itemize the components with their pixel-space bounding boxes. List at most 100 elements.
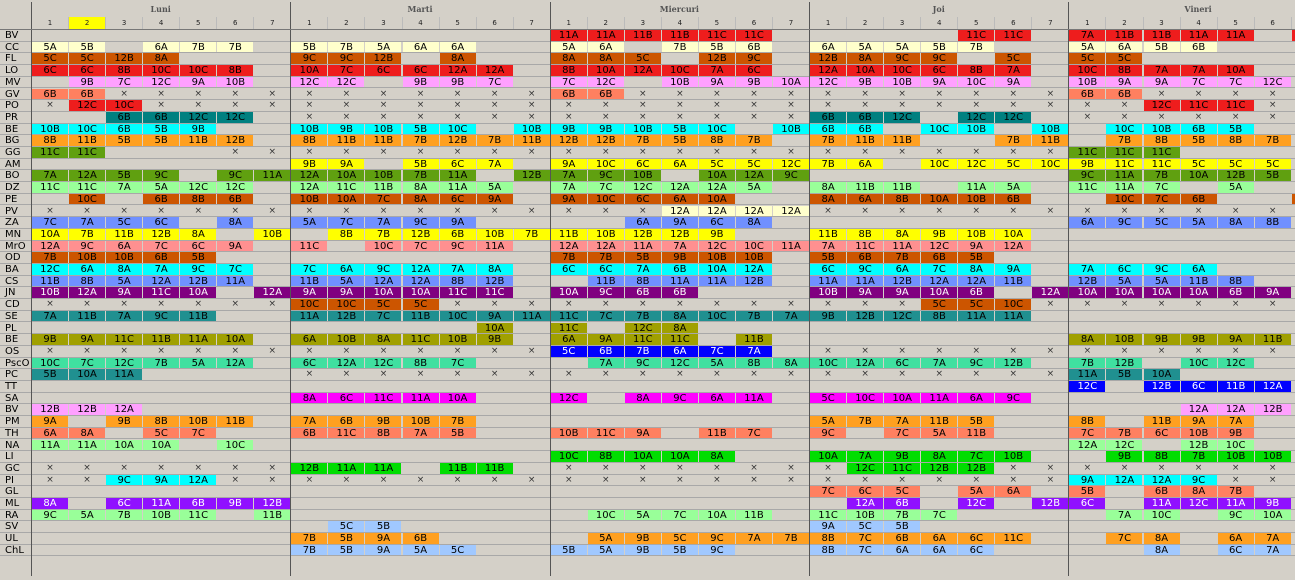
- lesson-cell[interactable]: 9C: [921, 53, 958, 65]
- lesson-cell[interactable]: 5B: [69, 41, 106, 53]
- unavailable-mark[interactable]: ×: [1032, 346, 1068, 357]
- lesson-cell[interactable]: 9C: [69, 240, 106, 252]
- lesson-cell[interactable]: 10A: [698, 170, 735, 182]
- lesson-cell[interactable]: 10B: [143, 509, 180, 521]
- unavailable-mark[interactable]: ×: [440, 112, 476, 123]
- unavailable-mark[interactable]: ×: [365, 147, 401, 158]
- lesson-cell[interactable]: 5A: [1217, 182, 1254, 193]
- teacher-label[interactable]: SV: [0, 521, 30, 533]
- lesson-cell[interactable]: 9A: [32, 416, 69, 427]
- unavailable-mark[interactable]: ×: [810, 369, 846, 380]
- unavailable-mark[interactable]: ×: [699, 89, 735, 100]
- unavailable-mark[interactable]: ×: [736, 112, 772, 123]
- lesson-cell[interactable]: 11C: [180, 509, 217, 521]
- period-header[interactable]: 2: [68, 17, 106, 29]
- unavailable-mark[interactable]: ×: [810, 206, 846, 217]
- lesson-cell[interactable]: 10C: [1143, 509, 1180, 521]
- lesson-cell[interactable]: 9C: [847, 264, 884, 275]
- period-header[interactable]: 2: [586, 17, 624, 29]
- lesson-cell[interactable]: 5B: [143, 123, 180, 135]
- lesson-cell[interactable]: 10C: [439, 123, 476, 135]
- lesson-cell[interactable]: 12C: [958, 498, 995, 509]
- unavailable-mark[interactable]: ×: [588, 112, 624, 123]
- period-header[interactable]: 4: [660, 17, 698, 29]
- lesson-cell[interactable]: 7B: [476, 135, 513, 146]
- teacher-label[interactable]: BG: [0, 135, 30, 147]
- lesson-cell[interactable]: 7A: [698, 65, 735, 76]
- unavailable-mark[interactable]: ×: [291, 112, 327, 123]
- unavailable-mark[interactable]: ×: [440, 299, 476, 310]
- unavailable-mark[interactable]: ×: [217, 475, 253, 486]
- lesson-cell[interactable]: 9B: [810, 310, 847, 322]
- lesson-cell[interactable]: 8B: [958, 65, 995, 76]
- unavailable-mark[interactable]: ×: [884, 89, 920, 100]
- unavailable-mark[interactable]: ×: [588, 100, 624, 111]
- lesson-cell[interactable]: 9C: [143, 310, 180, 322]
- lesson-cell[interactable]: 11C: [402, 334, 439, 345]
- lesson-cell[interactable]: 7A: [921, 357, 958, 369]
- teacher-label[interactable]: LI: [0, 451, 30, 463]
- unavailable-mark[interactable]: ×: [884, 147, 920, 158]
- unavailable-mark[interactable]: ×: [477, 100, 513, 111]
- lesson-cell[interactable]: 6C: [958, 533, 995, 544]
- lesson-cell[interactable]: 12C: [1254, 76, 1291, 88]
- lesson-cell[interactable]: 8A: [921, 451, 958, 462]
- unavailable-mark[interactable]: ×: [32, 206, 68, 217]
- unavailable-mark[interactable]: ×: [773, 475, 809, 486]
- lesson-cell[interactable]: 11C: [1180, 100, 1217, 111]
- lesson-cell[interactable]: 6A: [1069, 217, 1106, 228]
- unavailable-mark[interactable]: ×: [625, 112, 661, 123]
- period-header[interactable]: 1: [31, 17, 68, 29]
- lesson-cell[interactable]: 8A: [624, 392, 661, 404]
- teacher-label[interactable]: PL: [0, 323, 30, 335]
- lesson-cell[interactable]: 6C: [1217, 544, 1254, 556]
- unavailable-mark[interactable]: ×: [810, 89, 846, 100]
- lesson-cell[interactable]: 12B: [180, 275, 217, 287]
- lesson-cell[interactable]: 8A: [143, 53, 180, 65]
- lesson-cell[interactable]: 11A: [810, 275, 847, 287]
- lesson-cell[interactable]: 5B: [810, 252, 847, 263]
- lesson-cell[interactable]: 12B: [143, 228, 180, 240]
- lesson-cell[interactable]: 7A: [624, 264, 661, 275]
- lesson-cell[interactable]: 5B: [958, 416, 995, 427]
- lesson-cell[interactable]: 11C: [698, 30, 735, 41]
- lesson-cell[interactable]: 10B: [773, 123, 810, 135]
- lesson-cell[interactable]: 5C: [1217, 158, 1254, 170]
- lesson-cell[interactable]: 11B: [958, 427, 995, 439]
- lesson-cell[interactable]: 6C: [1180, 381, 1217, 392]
- lesson-cell[interactable]: 10C: [810, 357, 847, 369]
- lesson-cell[interactable]: 9A: [106, 287, 143, 299]
- lesson-cell[interactable]: 11B: [587, 275, 624, 287]
- lesson-cell[interactable]: 7B: [884, 509, 921, 521]
- unavailable-mark[interactable]: ×: [1218, 475, 1254, 486]
- lesson-cell[interactable]: 6A: [587, 41, 624, 53]
- lesson-cell[interactable]: 7A: [735, 533, 772, 544]
- unavailable-mark[interactable]: ×: [736, 299, 772, 310]
- lesson-cell[interactable]: 7A: [476, 158, 513, 170]
- lesson-cell[interactable]: 6B: [69, 88, 106, 100]
- lesson-cell[interactable]: 7C: [217, 264, 254, 275]
- lesson-cell[interactable]: 9B: [884, 451, 921, 462]
- lesson-cell[interactable]: 6C: [106, 498, 143, 509]
- lesson-cell[interactable]: 11B: [550, 228, 587, 240]
- lesson-cell[interactable]: 6C: [143, 217, 180, 228]
- lesson-cell[interactable]: 5C: [698, 158, 735, 170]
- unavailable-mark[interactable]: ×: [699, 475, 735, 486]
- lesson-cell[interactable]: 10B: [810, 287, 847, 299]
- unavailable-mark[interactable]: ×: [106, 206, 142, 217]
- unavailable-mark[interactable]: ×: [699, 100, 735, 111]
- lesson-cell[interactable]: 7A: [32, 170, 69, 182]
- unavailable-mark[interactable]: ×: [847, 299, 883, 310]
- unavailable-mark[interactable]: ×: [551, 299, 587, 310]
- lesson-cell[interactable]: 5B: [143, 135, 180, 146]
- lesson-cell[interactable]: 5A: [143, 182, 180, 193]
- lesson-cell[interactable]: 7C: [698, 345, 735, 357]
- lesson-cell[interactable]: 11B: [365, 135, 402, 146]
- lesson-cell[interactable]: 6A: [439, 41, 476, 53]
- lesson-cell[interactable]: 5A: [735, 182, 772, 193]
- lesson-cell[interactable]: 11B: [810, 228, 847, 240]
- teacher-label[interactable]: AM: [0, 159, 30, 171]
- lesson-cell[interactable]: 8A: [32, 498, 69, 509]
- lesson-cell[interactable]: 10A: [587, 65, 624, 76]
- lesson-cell[interactable]: 11B: [180, 310, 217, 322]
